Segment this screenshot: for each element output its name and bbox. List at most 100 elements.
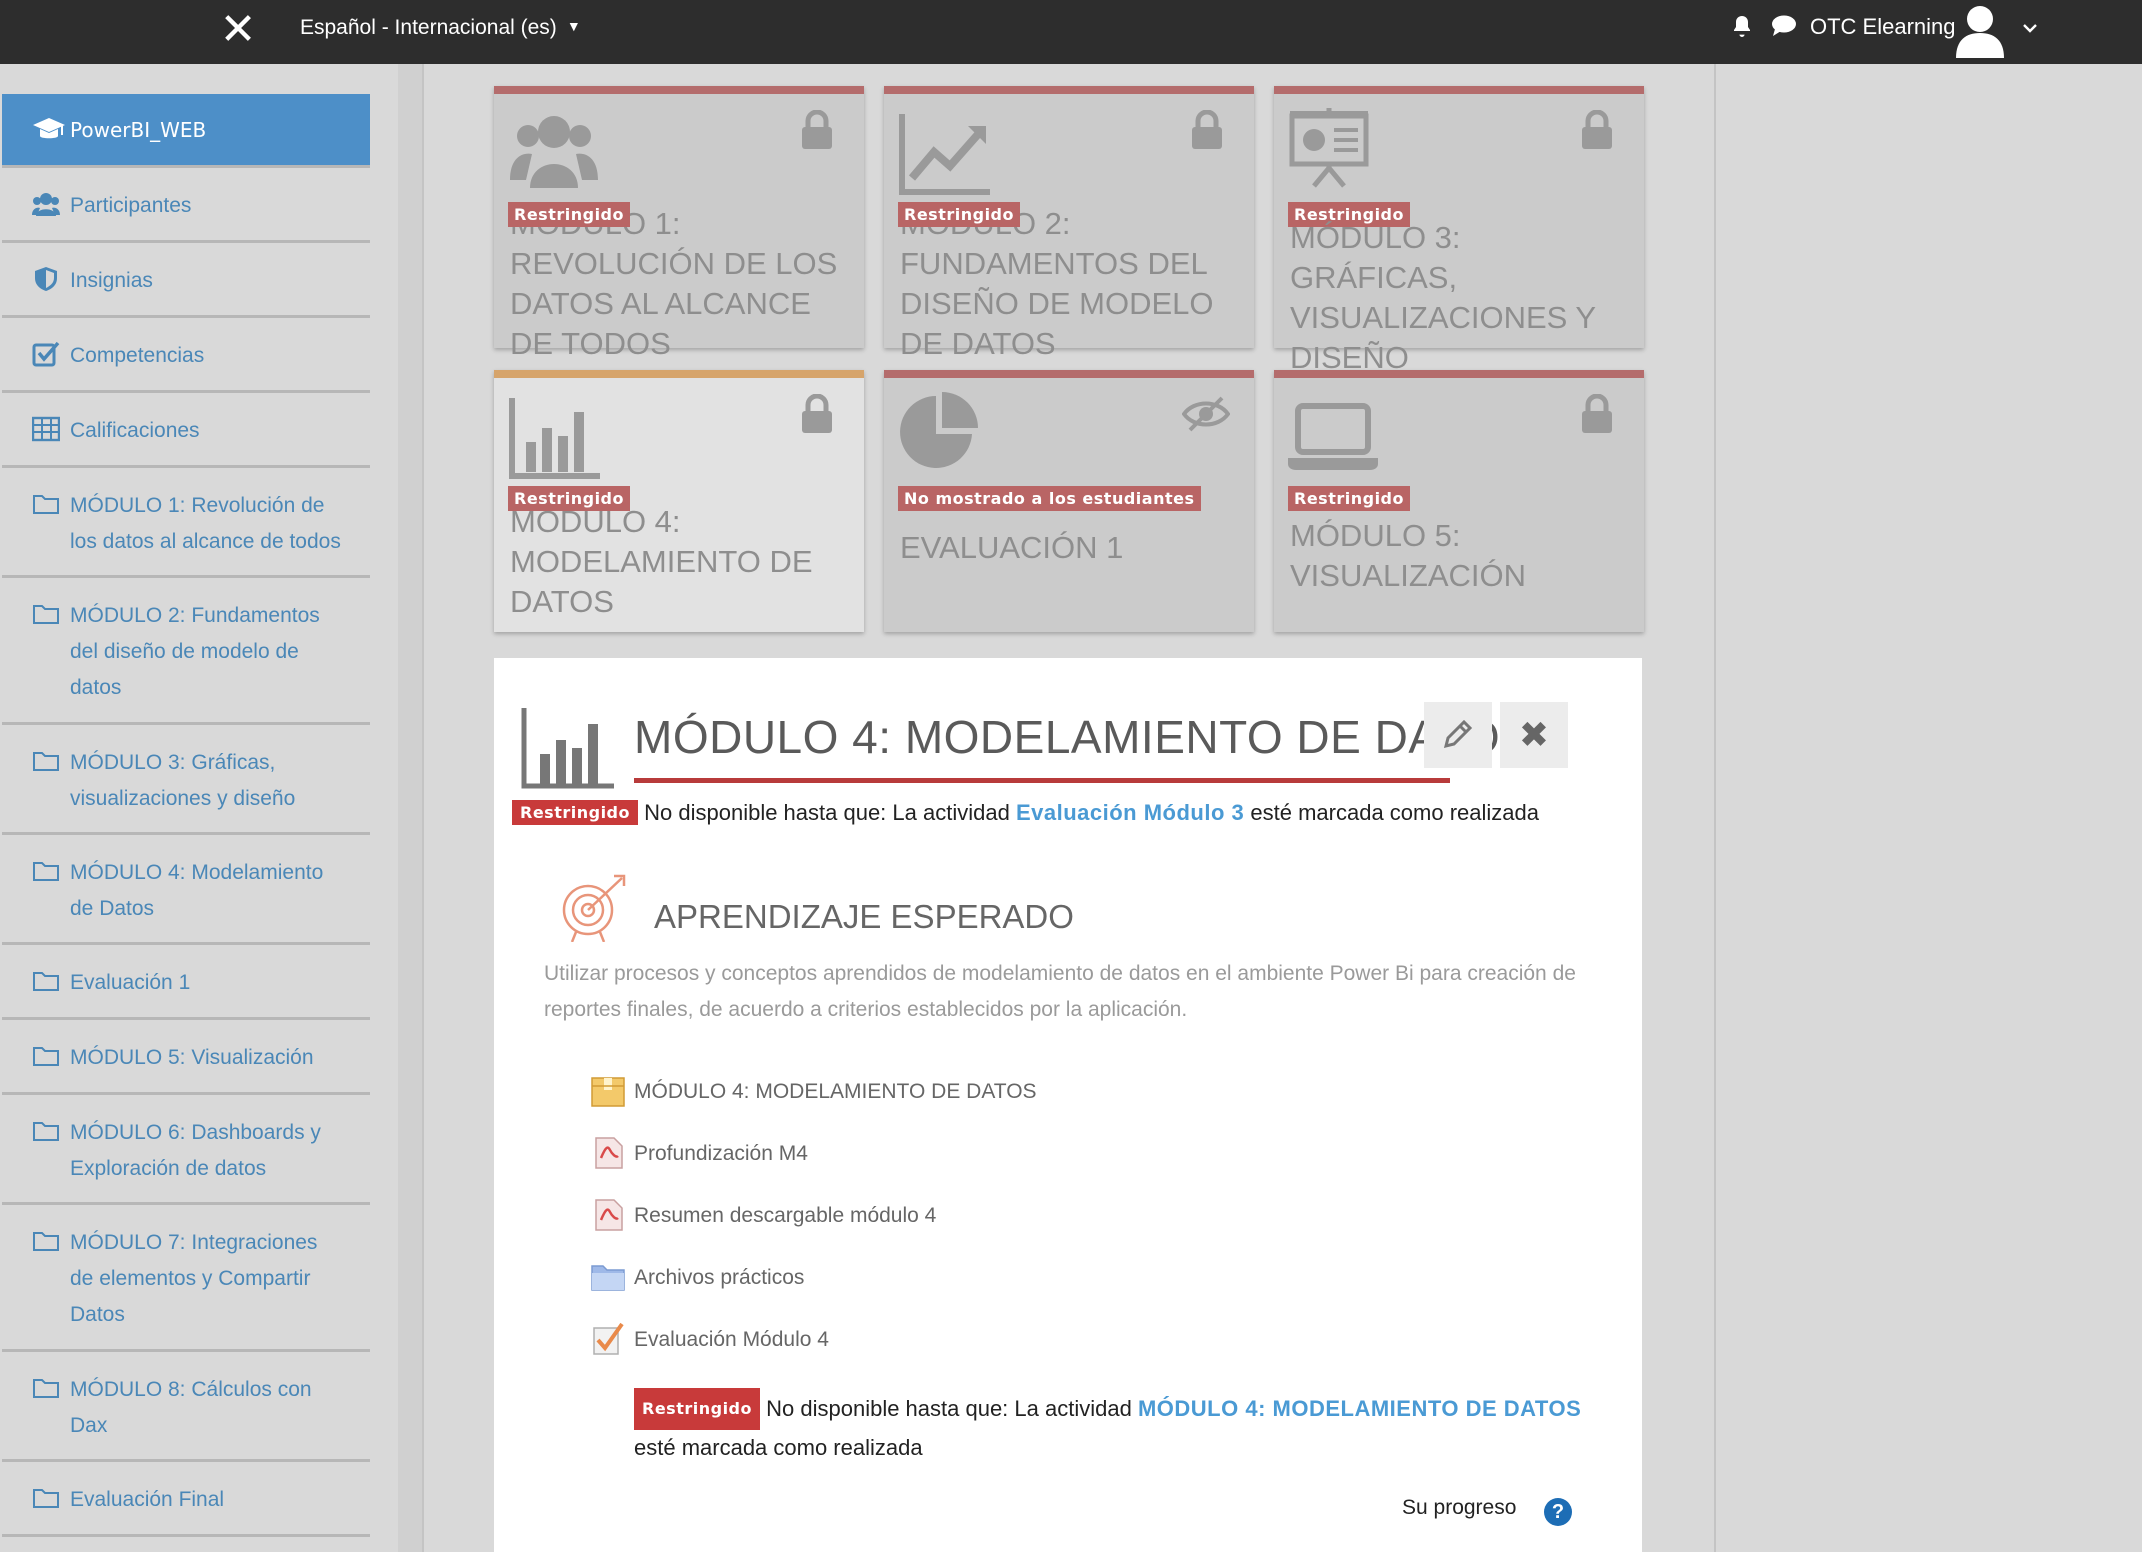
folder-icon xyxy=(33,1047,59,1066)
activity-label: MÓDULO 4: MODELAMIENTO DE DATOS xyxy=(634,1080,1037,1103)
pie-chart-icon xyxy=(900,392,978,468)
sidebar-divider xyxy=(398,64,424,1552)
restriction-prefix: No disponible hasta que: La actividad xyxy=(766,1396,1132,1421)
restriction-activity-link[interactable]: MÓDULO 4: MODELAMIENTO DE DATOS xyxy=(1138,1396,1581,1421)
sidebar-item-participants[interactable]: Participantes xyxy=(2,171,370,243)
lock-icon[interactable] xyxy=(800,110,834,150)
tile-evaluation-1[interactable]: No mostrado a los estudiantes EVALUACIÓN… xyxy=(884,370,1254,632)
sidebar-item-module-7[interactable]: MÓDULO 7: Integraciones de elementos y C… xyxy=(2,1208,370,1352)
sidebar-item-label: PowerBI_WEB xyxy=(70,118,207,142)
pdf-icon xyxy=(595,1137,623,1169)
line-chart-icon xyxy=(899,114,990,195)
chat-icon[interactable] xyxy=(1770,14,1798,38)
section-title-underline xyxy=(634,778,1450,783)
tile-title: MÓDULO 2: FUNDAMENTOS DEL DISEÑO DE MODE… xyxy=(900,206,1214,361)
shield-icon xyxy=(35,267,57,291)
section-restriction: Restringido No disponible hasta que: La … xyxy=(512,800,1539,826)
sidebar-item-module-2[interactable]: MÓDULO 2: Fundamentos del diseño de mode… xyxy=(2,581,370,725)
sidebar-item-course-home[interactable]: PowerBI_WEB xyxy=(2,94,370,168)
folder-icon xyxy=(33,495,59,514)
lock-icon[interactable] xyxy=(1580,110,1614,150)
sidebar-item-label: MÓDULO 8: Cálculos con Dax xyxy=(70,1378,312,1437)
tile-title: MÓDULO 1: REVOLUCIÓN DE LOS DATOS AL ALC… xyxy=(510,206,838,361)
language-menu[interactable]: Español - Internacional (es) ▼ xyxy=(300,16,581,40)
graduation-cap-icon xyxy=(33,118,65,139)
tile-module-4[interactable]: MÓDULO 4: MODELAMIENTO DE DATOS Restring… xyxy=(494,370,864,632)
tile-module-3[interactable]: Restringido MÓDULO 3: GRÁFICAS, VISUALIZ… xyxy=(1274,86,1644,375)
lock-icon[interactable] xyxy=(1190,110,1224,150)
sidebar-item-module-5[interactable]: MÓDULO 5: Visualización xyxy=(2,1023,370,1095)
chevron-down-icon[interactable] xyxy=(2020,18,2040,38)
restriction-suffix: esté marcada como realizada xyxy=(634,1435,923,1460)
sidebar-item-label: MÓDULO 6: Dashboards y Exploración de da… xyxy=(70,1121,321,1180)
close-section-button[interactable]: ✖ xyxy=(1500,702,1568,768)
users-icon xyxy=(510,116,598,188)
course-index-sidebar: PowerBI_WEB Participantes Insignias Comp… xyxy=(0,92,372,1552)
restriction-prefix: No disponible hasta que: La actividad xyxy=(644,800,1010,825)
sidebar-item-grades[interactable]: Calificaciones xyxy=(2,396,370,468)
user-name[interactable]: OTC Elearning xyxy=(1810,14,1956,40)
activity-restriction: Restringido No disponible hasta que: La … xyxy=(634,1388,1594,1466)
restriction-activity-link[interactable]: Evaluación Módulo 3 xyxy=(1016,800,1244,825)
laptop-icon xyxy=(1288,403,1378,470)
restricted-badge: Restringido xyxy=(508,202,630,227)
sidebar-item-label: MÓDULO 5: Visualización xyxy=(70,1046,314,1069)
restricted-badge: Restringido xyxy=(634,1388,760,1430)
edit-button[interactable] xyxy=(1424,702,1492,768)
sidebar-item-final-evaluation[interactable]: Evaluación Final xyxy=(2,1465,370,1537)
sidebar-item-competencies[interactable]: Competencias xyxy=(2,321,370,393)
activity-label: Archivos prácticos xyxy=(634,1266,805,1289)
close-icon: ✖ xyxy=(1518,714,1550,755)
sidebar-item-label: Calificaciones xyxy=(70,419,200,442)
sidebar-item-evaluation-1[interactable]: Evaluación 1 xyxy=(2,948,370,1020)
lock-icon[interactable] xyxy=(800,394,834,434)
bar-chart-icon xyxy=(521,708,614,789)
folder-icon xyxy=(33,752,59,771)
table-icon xyxy=(32,416,60,442)
sidebar-item-label: MÓDULO 4: Modelamiento de Datos xyxy=(70,861,324,920)
target-icon xyxy=(562,874,626,942)
user-avatar-icon[interactable] xyxy=(1952,2,2008,58)
tile-title: MÓDULO 4: MODELAMIENTO DE DATOS xyxy=(510,504,813,619)
tile-module-5[interactable]: Restringido MÓDULO 5: VISUALIZACIÓN xyxy=(1274,370,1644,632)
sidebar-item-label: MÓDULO 3: Gráficas, visualizaciones y di… xyxy=(70,751,296,810)
top-navbar: ✕ Español - Internacional (es) ▼ OTC Elea… xyxy=(0,0,2142,64)
bell-icon[interactable] xyxy=(1730,14,1754,38)
folder-icon xyxy=(33,972,59,991)
sidebar-item-module-4[interactable]: MÓDULO 4: Modelamiento de Datos xyxy=(2,838,370,945)
close-drawer-icon[interactable]: ✕ xyxy=(218,8,258,52)
tile-module-2[interactable]: MÓDULO 2: FUNDAMENTOS DEL DISEÑO DE MODE… xyxy=(884,86,1254,361)
activity-label: Profundización M4 xyxy=(634,1142,808,1165)
sidebar-item-label: MÓDULO 7: Integraciones de elementos y C… xyxy=(70,1231,318,1326)
sidebar-item-module-1[interactable]: MÓDULO 1: Revolución de los datos al alc… xyxy=(2,471,370,578)
restriction-suffix: esté marcada como realizada xyxy=(1250,800,1539,825)
sidebar-item-label: Evaluación Final xyxy=(70,1488,225,1511)
folder-icon xyxy=(33,1489,59,1508)
sidebar-item-module-3[interactable]: MÓDULO 3: Gráficas, visualizaciones y di… xyxy=(2,728,370,835)
tile-module-1[interactable]: MÓDULO 1: REVOLUCIÓN DE LOS DATOS AL ALC… xyxy=(494,86,864,361)
folder-icon xyxy=(33,1232,59,1251)
sidebar-item-badges[interactable]: Insignias xyxy=(2,246,370,318)
restricted-badge: Restringido xyxy=(898,202,1020,227)
section-detail-card: MÓDULO 4: MODELAMIENTO DE DATOS ✖ Restri… xyxy=(494,658,1642,1552)
help-icon[interactable]: ? xyxy=(1544,1498,1572,1526)
pencil-icon xyxy=(1443,719,1473,749)
sidebar-item-label: Competencias xyxy=(70,344,205,367)
sidebar-item-label: MÓDULO 1: Revolución de los datos al alc… xyxy=(70,494,341,553)
language-label: Español - Internacional (es) xyxy=(300,16,557,39)
folder-icon xyxy=(33,1122,59,1141)
folder-icon xyxy=(33,862,59,881)
sidebar-item-module-8[interactable]: MÓDULO 8: Cálculos con Dax xyxy=(2,1355,370,1462)
sidebar-item-label: Participantes xyxy=(70,194,192,217)
checkbox-icon xyxy=(32,341,60,367)
progress-label: Su progreso xyxy=(1402,1496,1517,1519)
folder-icon xyxy=(33,605,59,624)
restricted-badge: Restringido xyxy=(512,800,638,825)
folder-icon xyxy=(591,1265,625,1291)
sidebar-item-label: Insignias xyxy=(70,269,153,292)
restricted-badge: Restringido xyxy=(1288,486,1410,511)
sidebar-item-module-6[interactable]: MÓDULO 6: Dashboards y Exploración de da… xyxy=(2,1098,370,1205)
pdf-icon xyxy=(595,1199,623,1231)
eye-slash-icon[interactable] xyxy=(1182,394,1230,434)
lock-icon[interactable] xyxy=(1580,394,1614,434)
